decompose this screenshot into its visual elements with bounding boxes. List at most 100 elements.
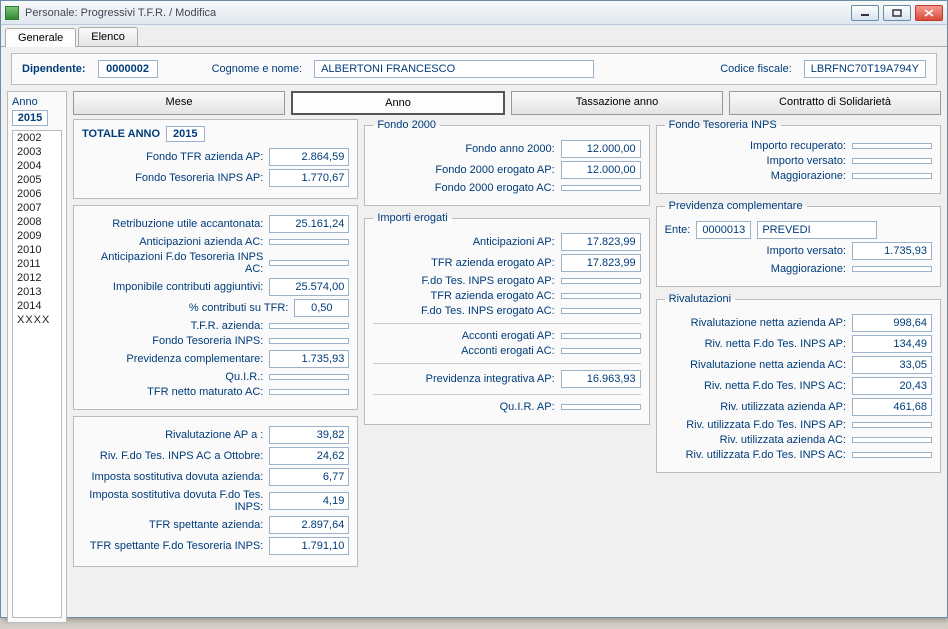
subtab-contratto[interactable]: Contratto di Solidarietà [729, 91, 941, 115]
maximize-button[interactable] [883, 5, 911, 21]
lab: Retribuzione utile accantonata: [82, 218, 263, 230]
legend-fondo-2000: Fondo 2000 [373, 119, 440, 131]
val-imp-sost-az[interactable]: 6,77 [269, 468, 349, 486]
val-fdo-tes-ac[interactable] [561, 308, 641, 314]
cf-label: Codice fiscale: [720, 63, 792, 75]
val-fondo-tes-inps-ap[interactable]: 1.770,67 [269, 169, 349, 187]
panel-fondo-2000: Fondo 2000 Fondo anno 2000:12.000,00 Fon… [364, 119, 649, 206]
val-anticip-ap[interactable]: 17.823,99 [561, 233, 641, 251]
tab-elenco[interactable]: Elenco [78, 27, 138, 46]
val-prev-compl[interactable]: 1.735,93 [269, 350, 349, 368]
val-riv-f[interactable] [852, 422, 932, 428]
val-tfr-az-ac[interactable] [561, 293, 641, 299]
lab: Riv. utilizzata azienda AC: [665, 434, 846, 446]
panel-importi-erogati: Importi erogati Anticipazioni AP:17.823,… [364, 212, 649, 425]
val-riv-d[interactable]: 20,43 [852, 377, 932, 395]
val-fti-rec[interactable] [852, 143, 932, 149]
ente-name[interactable]: PREVEDI [757, 221, 877, 239]
lab: Riv. utilizzata F.do Tes. INPS AP: [665, 419, 846, 431]
lab: Maggiorazione: [665, 170, 846, 182]
year-item[interactable]: 2012 [13, 271, 61, 285]
val-impon-contr[interactable]: 25.574,00 [269, 278, 349, 296]
val-acc-ac[interactable] [561, 348, 641, 354]
lab: Fondo 2000 erogato AC: [373, 182, 554, 194]
subtab-anno[interactable]: Anno [291, 91, 505, 115]
val-riv-e[interactable]: 461,68 [852, 398, 932, 416]
year-item[interactable]: 2008 [13, 215, 61, 229]
window-buttons [851, 5, 943, 21]
dipendente-value[interactable]: 0000002 [98, 60, 158, 78]
lab: TFR azienda erogato AC: [373, 290, 554, 302]
lab: Imposta sostitutiva dovuta azienda: [82, 471, 263, 483]
val-f2000-c[interactable] [561, 185, 641, 191]
tab-generale[interactable]: Generale [5, 28, 76, 47]
year-item[interactable]: 2006 [13, 187, 61, 201]
lab: Previdenza integrativa AP: [373, 373, 554, 385]
main-area: Anno 2015 200220032004200520062007200820… [1, 91, 947, 629]
panel-rivalutazione-ap: Rivalutazione AP a :39,82 Riv. F.do Tes.… [73, 416, 358, 567]
lab: Rivalutazione AP a : [82, 429, 263, 441]
val-fondo-tfr-az-ap[interactable]: 2.864,59 [269, 148, 349, 166]
val-f2000-a[interactable]: 12.000,00 [561, 140, 641, 158]
lab: Fondo 2000 erogato AP: [373, 164, 554, 176]
year-item[interactable]: 2007 [13, 201, 61, 215]
year-item[interactable]: 2013 [13, 285, 61, 299]
val-prev-int-ap[interactable]: 16.963,93 [561, 370, 641, 388]
val-tfr-spett-fdo[interactable]: 1.791,10 [269, 537, 349, 555]
val-fdo-tes-ap[interactable] [561, 278, 641, 284]
val-anticip-az-ac[interactable] [269, 239, 349, 245]
val-riv-ap[interactable]: 39,82 [269, 426, 349, 444]
val-riv-a[interactable]: 998,64 [852, 314, 932, 332]
val-fti-magg[interactable] [852, 173, 932, 179]
year-item[interactable]: 2009 [13, 229, 61, 243]
year-item[interactable]: 2004 [13, 159, 61, 173]
left-panel: Anno 2015 200220032004200520062007200820… [7, 91, 67, 623]
val-retrib[interactable]: 25.161,24 [269, 215, 349, 233]
year-item[interactable]: 2014 [13, 299, 61, 313]
cognome-value[interactable]: ALBERTONI FRANCESCO [314, 60, 594, 78]
val-anticip-fdo-ac[interactable] [269, 260, 349, 266]
val-riv-fdo-ac-ott[interactable]: 24,62 [269, 447, 349, 465]
cognome-label: Cognome e nome: [212, 63, 303, 75]
val-fondo-tes-inps[interactable] [269, 338, 349, 344]
val-riv-c[interactable]: 33,05 [852, 356, 932, 374]
lab: Anticipazioni azienda AC: [82, 236, 263, 248]
panels-grid: TOTALE ANNO 2015 Fondo TFR azienda AP:2.… [73, 119, 941, 567]
val-tfr-spett-az[interactable]: 2.897,64 [269, 516, 349, 534]
minimize-button[interactable] [851, 5, 879, 21]
lab: Riv. utilizzata F.do Tes. INPS AC: [665, 449, 846, 461]
year-item[interactable]: 2010 [13, 243, 61, 257]
anno-value[interactable]: 2015 [12, 110, 48, 126]
val-acc-ap[interactable] [561, 333, 641, 339]
legend-prev-compl: Previdenza complementare [665, 200, 807, 212]
val-tfr-az-ap[interactable]: 17.823,99 [561, 254, 641, 272]
val-perc-contr[interactable]: 0,50 [294, 299, 349, 317]
year-list[interactable]: 2002200320042005200620072008200920102011… [12, 130, 62, 618]
year-item[interactable]: 2011 [13, 257, 61, 271]
val-f2000-b[interactable]: 12.000,00 [561, 161, 641, 179]
val-quir-ap[interactable] [561, 404, 641, 410]
year-item-new[interactable]: XXXX [13, 313, 61, 327]
lab: Acconti erogati AC: [373, 345, 554, 357]
val-quir[interactable] [269, 374, 349, 380]
year-item[interactable]: 2002 [13, 131, 61, 145]
cf-value[interactable]: LBRFNC70T19A794Y [804, 60, 926, 78]
val-pc-magg[interactable] [852, 266, 932, 272]
val-riv-b[interactable]: 134,49 [852, 335, 932, 353]
lab: Fondo TFR azienda AP: [82, 151, 263, 163]
val-riv-g[interactable] [852, 437, 932, 443]
panel-retribuzioni: Retribuzione utile accantonata: 25.161,24… [73, 205, 358, 410]
val-fti-vers[interactable] [852, 158, 932, 164]
val-imp-sost-fdo[interactable]: 4,19 [269, 492, 349, 510]
close-button[interactable] [915, 5, 943, 21]
subtab-tassazione[interactable]: Tassazione anno [511, 91, 723, 115]
year-item[interactable]: 2005 [13, 173, 61, 187]
lab: Importo recuperato: [665, 140, 846, 152]
ente-code[interactable]: 0000013 [696, 221, 751, 239]
val-pc-vers[interactable]: 1.735,93 [852, 242, 932, 260]
subtab-mese[interactable]: Mese [73, 91, 285, 115]
year-item[interactable]: 2003 [13, 145, 61, 159]
val-tfr-az[interactable] [269, 323, 349, 329]
val-riv-h[interactable] [852, 452, 932, 458]
val-tfr-netto[interactable] [269, 389, 349, 395]
